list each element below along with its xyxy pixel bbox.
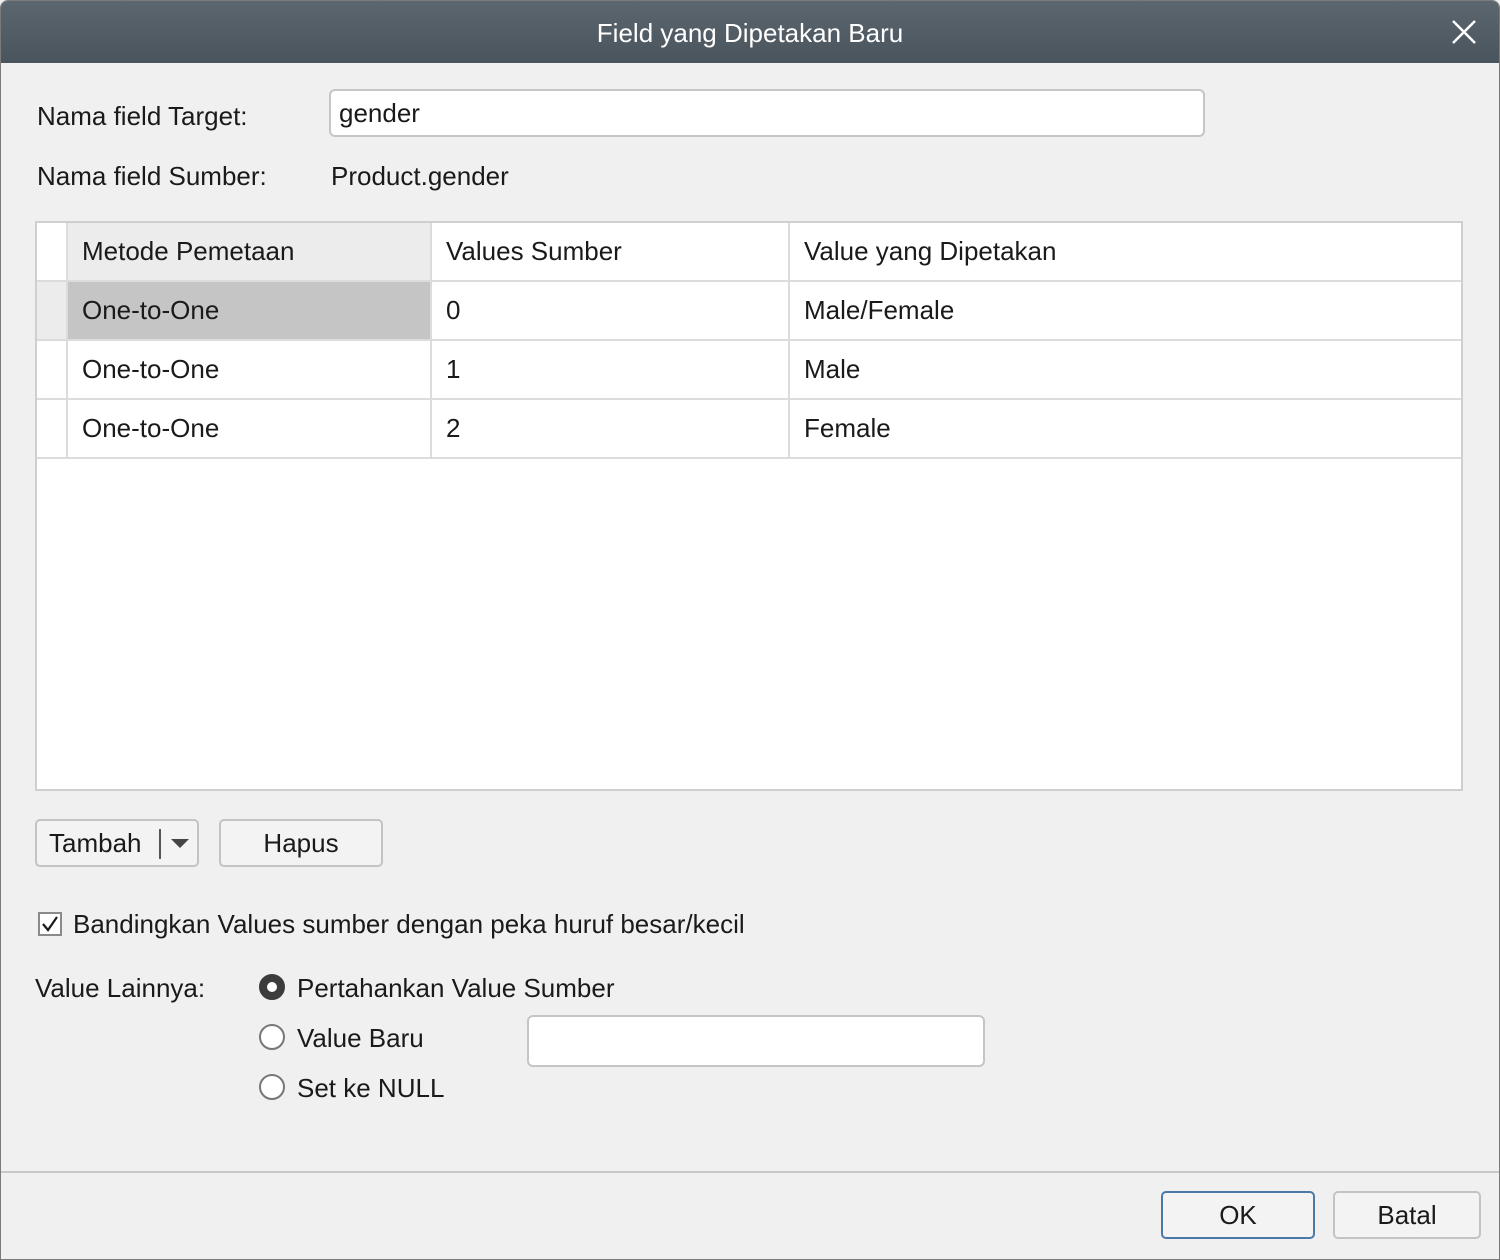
add-button-label: Tambah	[49, 828, 142, 858]
cell-method[interactable]: One-to-One	[67, 340, 432, 400]
ok-button[interactable]: OK	[1161, 1191, 1315, 1239]
radio-keep-source-value-label[interactable]: Pertahankan Value Sumber	[297, 973, 615, 1004]
cell-method[interactable]: One-to-One	[67, 281, 432, 341]
column-header-source-values[interactable]: Values Sumber	[431, 223, 790, 282]
checkmark-icon	[42, 916, 58, 932]
grid-header-row: Metode Pemetaan Values Sumber Value yang…	[37, 223, 1461, 282]
remove-button[interactable]: Hapus	[219, 819, 383, 867]
cell-source-value[interactable]: 1	[431, 340, 790, 400]
chevron-down-icon[interactable]	[171, 839, 189, 848]
cell-mapped-value[interactable]: Female	[789, 399, 1461, 459]
radio-new-value[interactable]	[259, 1024, 285, 1050]
cancel-button[interactable]: Batal	[1333, 1191, 1481, 1239]
split-separator	[159, 829, 161, 859]
row-header[interactable]	[37, 399, 68, 459]
other-values-label: Value Lainnya:	[35, 973, 206, 1003]
add-split-button[interactable]: Tambah	[35, 819, 199, 867]
radio-set-null-label[interactable]: Set ke NULL	[297, 1073, 444, 1104]
column-header-method[interactable]: Metode Pemetaan	[67, 223, 432, 282]
case-sensitive-label[interactable]: Bandingkan Values sumber dengan peka hur…	[73, 909, 745, 940]
column-header-mapped-value[interactable]: Value yang Dipetakan	[789, 223, 1461, 282]
target-field-label: Nama field Target:	[37, 101, 248, 131]
cell-method[interactable]: One-to-One	[67, 399, 432, 459]
close-icon[interactable]	[1447, 15, 1481, 49]
row-header[interactable]	[37, 281, 68, 341]
source-field-label: Nama field Sumber:	[37, 161, 267, 191]
new-value-input[interactable]	[527, 1015, 985, 1067]
table-row[interactable]: One-to-One 1 Male	[37, 340, 1461, 400]
table-row[interactable]: One-to-One 0 Male/Female	[37, 281, 1461, 341]
source-field-value: Product.gender	[331, 161, 509, 191]
cell-source-value[interactable]: 2	[431, 399, 790, 459]
row-header[interactable]	[37, 340, 68, 400]
cell-mapped-value[interactable]: Male	[789, 340, 1461, 400]
dialog-title: Field yang Dipetakan Baru	[596, 18, 904, 48]
footer-divider	[1, 1171, 1499, 1173]
cell-source-value[interactable]: 0	[431, 281, 790, 341]
cell-mapped-value[interactable]: Male/Female	[789, 281, 1461, 341]
radio-keep-source-value[interactable]	[259, 974, 285, 1000]
grid-corner	[37, 223, 68, 282]
radio-new-value-label[interactable]: Value Baru	[297, 1023, 424, 1054]
table-row[interactable]: One-to-One 2 Female	[37, 399, 1461, 459]
title-bar: Field yang Dipetakan Baru	[1, 1, 1499, 63]
target-field-input[interactable]	[329, 89, 1205, 137]
case-sensitive-checkbox[interactable]	[38, 912, 62, 936]
radio-set-null[interactable]	[259, 1074, 285, 1100]
mapped-field-dialog: Field yang Dipetakan Baru Nama field Tar…	[0, 0, 1500, 1260]
mapping-grid[interactable]: Metode Pemetaan Values Sumber Value yang…	[35, 221, 1463, 791]
